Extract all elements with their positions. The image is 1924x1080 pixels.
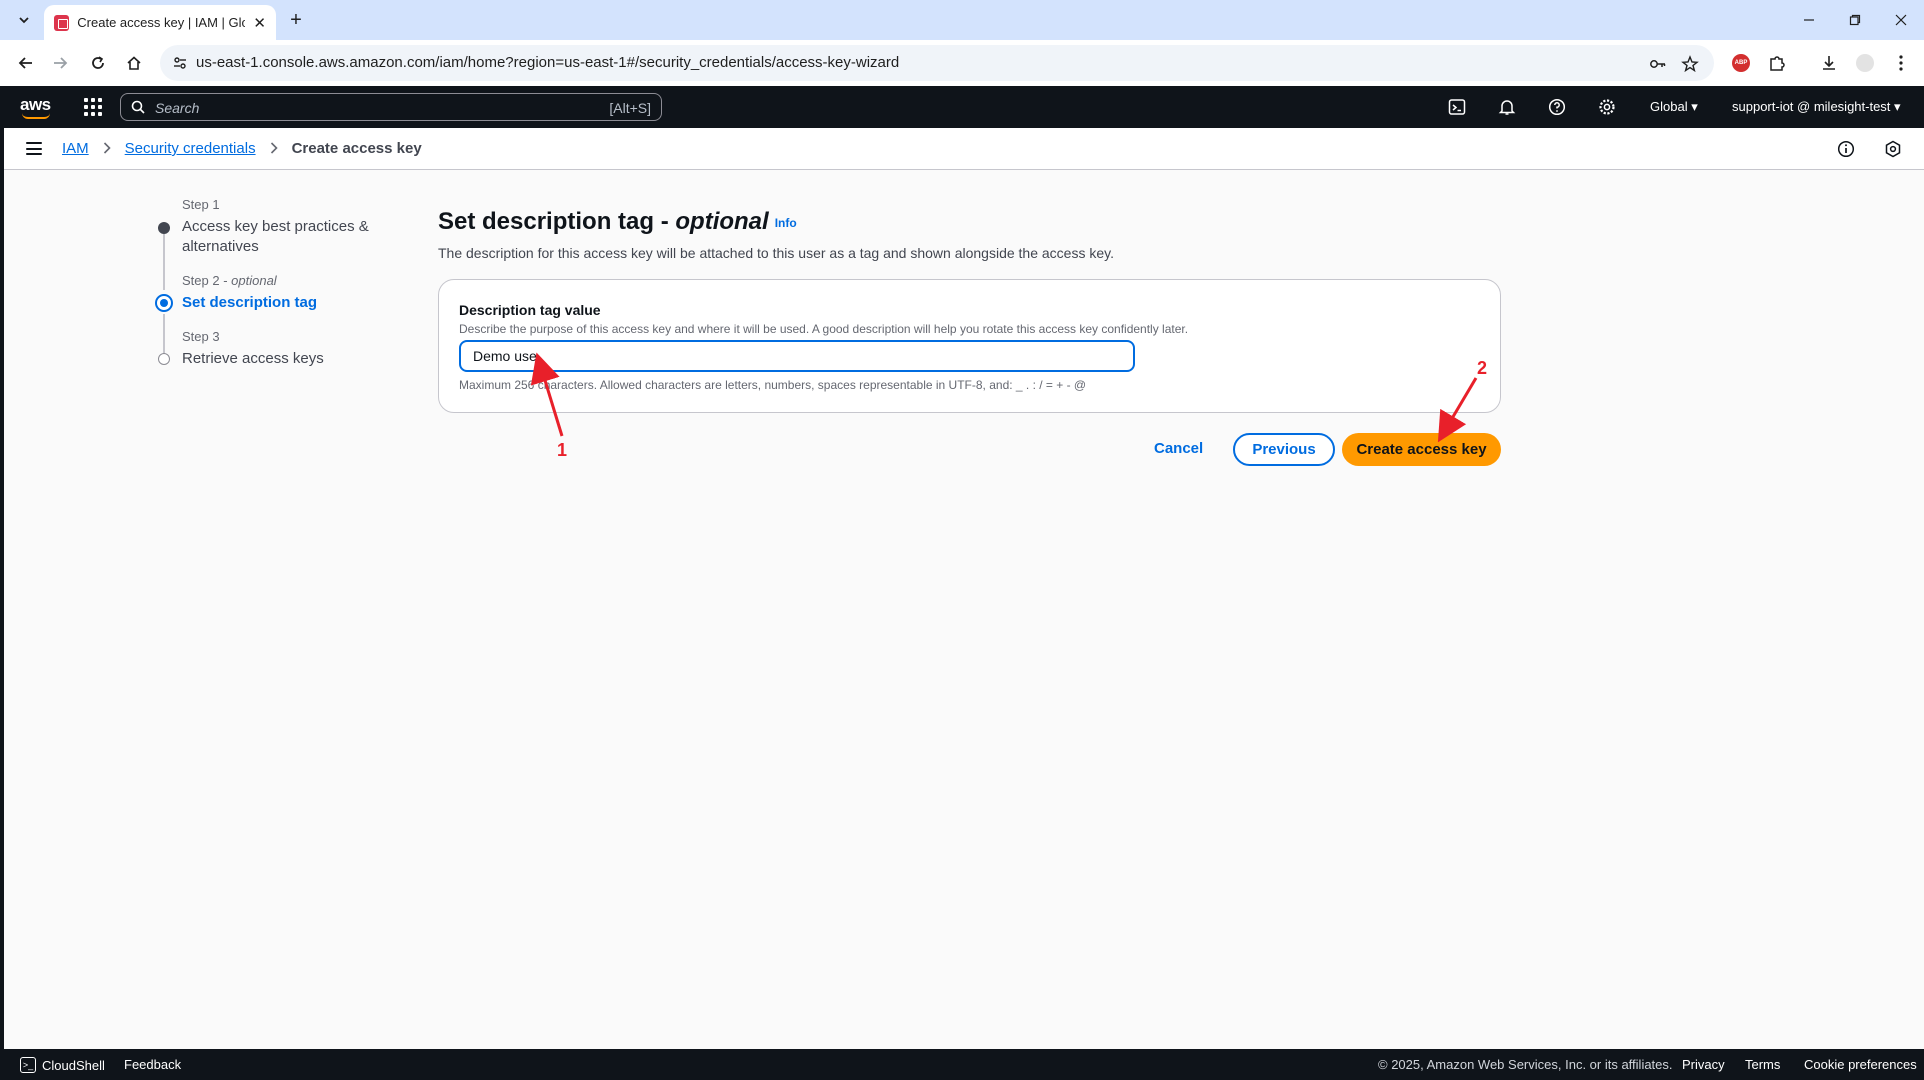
restore-icon [1849,14,1861,26]
chevron-right-icon [103,141,111,157]
account-menu[interactable]: support-iot @ milesight-test ▾ [1732,99,1901,115]
site-settings-icon[interactable] [172,55,188,71]
aws-search-input[interactable]: Search [Alt+S] [120,93,662,121]
minimize-button[interactable] [1794,8,1824,32]
step-label: Set description tag [182,294,318,311]
close-window-button[interactable] [1886,8,1916,32]
step-label: Retrieve access keys [182,350,324,367]
breadcrumb: IAM Security credentials Create access k… [62,140,422,157]
annotation-label-1: 1 [557,440,568,460]
tab-title: Create access key | IAM | Glo [77,15,246,30]
cloudshell-button[interactable]: >_ CloudShell [20,1057,105,1073]
bookmark-star-icon[interactable] [1680,54,1700,74]
step-number: Step 2 - optional [182,273,277,288]
step-active-dot-icon [155,294,173,312]
downloads-icon[interactable] [1818,52,1840,74]
step-done-dot-icon [158,222,170,234]
wizard-steps: Step 1 Access key best practices & alter… [150,196,400,369]
aws-top-nav: aws Search [Alt+S] Global ▾ support-iot … [4,86,1924,128]
restore-button[interactable] [1840,8,1870,32]
copyright-text: © 2025, Amazon Web Services, Inc. or its… [1378,1057,1673,1072]
browser-toolbar: us-east-1.console.aws.amazon.com/iam/hom… [0,40,1924,86]
description-tag-input[interactable] [459,340,1135,372]
description-tag-container: Description tag value Describe the purpo… [438,279,1501,413]
step-pending-dot-icon [158,353,170,365]
services-grid-icon[interactable] [84,98,102,116]
breadcrumb-current: Create access key [291,140,422,157]
search-placeholder: Search [155,100,200,116]
step-number: Step 1 [182,197,220,212]
browser-tab-strip: Create access key | IAM | Glo ✕ + [0,0,1924,40]
settings-gear-icon[interactable] [1597,97,1617,117]
search-icon [131,100,145,114]
browser-menu-icon[interactable] [1890,52,1912,74]
field-constraint-text: Maximum 256 characters. Allowed characte… [459,378,1087,392]
breadcrumb-security-credentials[interactable]: Security credentials [125,140,256,157]
aws-logo[interactable]: aws [20,95,54,119]
address-bar[interactable]: us-east-1.console.aws.amazon.com/iam/hom… [160,45,1714,81]
field-description: Describe the purpose of this access key … [459,322,1189,336]
window-edge [0,86,4,1080]
privacy-link[interactable]: Privacy [1682,1057,1725,1072]
help-icon[interactable] [1547,97,1567,117]
chevron-right-icon [270,141,278,157]
create-access-key-button[interactable]: Create access key [1342,433,1501,466]
terms-link[interactable]: Terms [1745,1057,1780,1072]
profile-avatar[interactable] [1854,52,1876,74]
minimize-icon [1804,19,1814,21]
feedback-link[interactable]: Feedback [124,1057,181,1072]
page-title: Set description tag - optional Info [438,208,797,235]
forward-button[interactable] [48,51,72,75]
cloudshell-icon: >_ [20,1057,36,1073]
reload-button[interactable] [86,51,110,75]
tab-close-icon[interactable]: ✕ [253,14,266,32]
adblock-extension-icon[interactable]: ABP [1730,52,1752,74]
notifications-bell-icon[interactable] [1497,97,1517,117]
arrow-left-icon [18,57,32,69]
reload-icon [92,56,104,69]
close-icon [1895,14,1907,26]
settings-panel-icon[interactable] [1883,139,1903,159]
new-tab-button[interactable]: + [284,8,308,32]
chevron-down-icon [19,17,29,24]
previous-button[interactable]: Previous [1233,433,1335,466]
side-nav-menu-icon[interactable] [26,142,42,155]
tab-search-button[interactable] [12,9,36,31]
console-footer: >_ CloudShell Feedback © 2025, Amazon We… [4,1049,1924,1080]
info-panel-icon[interactable] [1836,139,1856,159]
page-description: The description for this access key will… [438,245,1114,261]
back-button[interactable] [14,51,38,75]
step-label: Access key best practices & alternatives [182,218,369,255]
field-label: Description tag value [459,302,601,318]
browser-tab-active[interactable]: Create access key | IAM | Glo ✕ [44,5,276,40]
wizard-step-3: Step 3 Retrieve access keys [150,328,400,369]
aws-favicon-icon [54,14,70,31]
wizard-step-2[interactable]: Step 2 - optional Set description tag [150,272,400,328]
annotation-label-2: 2 [1477,358,1488,378]
wizard-step-1[interactable]: Step 1 Access key best practices & alter… [150,196,400,272]
home-button[interactable] [122,51,146,75]
breadcrumb-bar: IAM Security credentials Create access k… [4,128,1924,170]
cloudshell-icon[interactable] [1447,97,1467,117]
arrow-right-icon [54,57,68,69]
password-key-icon[interactable] [1648,54,1668,74]
search-shortcut-hint: [Alt+S] [609,100,651,116]
cookie-preferences-link[interactable]: Cookie preferences [1804,1057,1917,1072]
cancel-button[interactable]: Cancel [1154,440,1203,457]
region-selector[interactable]: Global ▾ [1650,99,1698,115]
cloudshell-label: CloudShell [42,1057,105,1073]
url-text: us-east-1.console.aws.amazon.com/iam/hom… [196,54,900,71]
home-icon [127,56,141,70]
extensions-puzzle-icon[interactable] [1766,52,1788,74]
breadcrumb-iam[interactable]: IAM [62,140,89,157]
step-number: Step 3 [182,329,220,344]
info-link[interactable]: Info [775,216,797,230]
